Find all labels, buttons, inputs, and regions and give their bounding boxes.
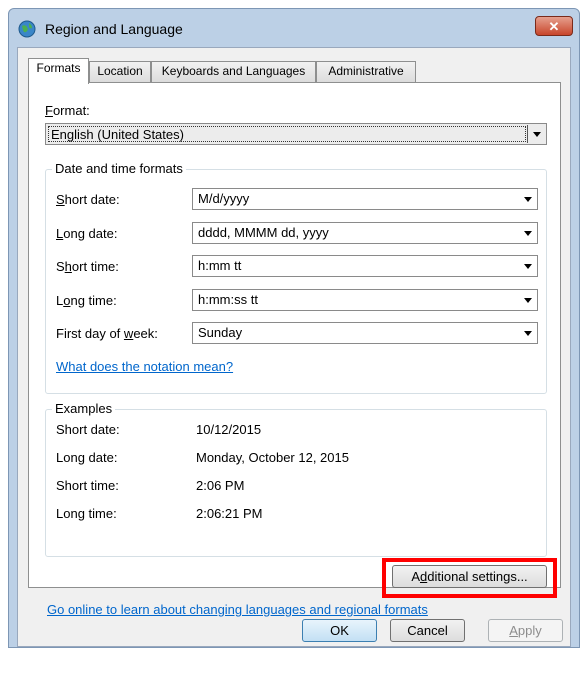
window-title: Region and Language [45, 21, 183, 37]
examples-group: Examples Short date: 10/12/2015 Long dat… [45, 401, 547, 557]
apply-button[interactable]: Apply [488, 619, 563, 642]
chevron-down-icon [524, 264, 532, 269]
example-short-date-label: Short date: [56, 422, 120, 437]
chevron-down-icon [524, 197, 532, 202]
short-time-label: Short time: [56, 259, 119, 274]
chevron-down-icon [524, 331, 532, 336]
example-long-date-label: Long date: [56, 450, 118, 465]
tab-administrative[interactable]: Administrative [316, 61, 416, 82]
tab-keyboards-languages[interactable]: Keyboards and Languages [151, 61, 316, 82]
first-day-dropdown[interactable]: Sunday [192, 322, 538, 344]
long-time-label: Long time: [56, 293, 117, 308]
examples-group-title: Examples [52, 401, 116, 416]
example-long-time-value: 2:06:21 PM [196, 506, 263, 521]
tab-location[interactable]: Location [89, 61, 151, 82]
long-date-label: Long date: [56, 226, 118, 241]
globe-icon [18, 20, 36, 38]
format-dropdown[interactable]: English (United States) [45, 123, 547, 145]
dropdown-divider [527, 125, 528, 143]
short-time-dropdown[interactable]: h:mm tt [192, 255, 538, 277]
close-button[interactable]: ✕ [535, 16, 573, 36]
region-language-window: Region and Language ✕ Formats Location K… [8, 8, 580, 648]
chevron-down-icon [524, 298, 532, 303]
long-time-dropdown[interactable]: h:mm:ss tt [192, 289, 538, 311]
short-time-value: h:mm tt [198, 258, 242, 273]
dialog-client: Formats Location Keyboards and Languages… [17, 47, 571, 647]
example-short-date-value: 10/12/2015 [196, 422, 262, 437]
title-bar[interactable]: Region and Language ✕ [9, 9, 579, 47]
notation-link[interactable]: What does the notation mean? [56, 359, 233, 374]
chevron-down-icon [533, 132, 541, 137]
formats-panel: Format: English (United States) Date and… [28, 82, 561, 598]
short-date-dropdown[interactable]: M/d/yyyy [192, 188, 538, 210]
first-day-value: Sunday [198, 325, 243, 340]
example-short-time-label: Short time: [56, 478, 119, 493]
long-time-value: h:mm:ss tt [198, 292, 258, 307]
ok-button[interactable]: OK [302, 619, 377, 642]
format-label: Format: [45, 103, 90, 118]
example-long-date-value: Monday, October 12, 2015 [196, 450, 349, 465]
long-date-value: dddd, MMMM dd, yyyy [198, 225, 329, 240]
tab-formats[interactable]: Formats [28, 58, 89, 84]
date-time-formats-group: Date and time formats Short date: M/d/yy… [45, 161, 547, 394]
chevron-down-icon [524, 231, 532, 236]
online-help-link[interactable]: Go online to learn about changing langua… [47, 602, 428, 617]
first-day-label: First day of week: [56, 326, 158, 341]
cancel-button[interactable]: Cancel [390, 619, 465, 642]
date-time-group-title: Date and time formats [52, 161, 186, 176]
example-long-time-label: Long time: [56, 506, 117, 521]
long-date-dropdown[interactable]: dddd, MMMM dd, yyyy [192, 222, 538, 244]
additional-settings-button[interactable]: Additional settings... [392, 565, 547, 588]
format-value: English (United States) [48, 126, 526, 142]
short-date-label: Short date: [56, 192, 120, 207]
example-short-time-value: 2:06 PM [196, 478, 245, 493]
short-date-value: M/d/yyyy [198, 191, 250, 206]
